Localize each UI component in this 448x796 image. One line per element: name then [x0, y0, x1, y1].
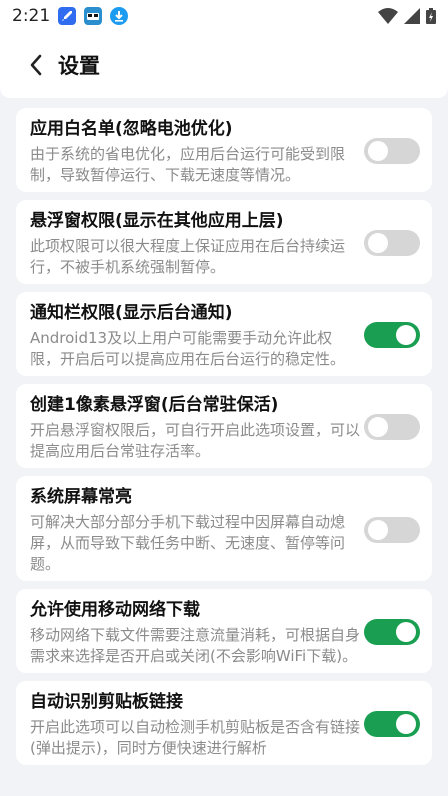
setting-description: 移动网络下载文件需要注意流量消耗，可根据自身需求来选择是否开启或关闭(不会影响W… [30, 626, 361, 665]
toggle-knob [368, 519, 388, 540]
toggle-knob [396, 714, 416, 734]
keep-screen-on-toggle[interactable] [364, 516, 420, 543]
toggle-knob [368, 233, 388, 253]
overlay-permission-toggle[interactable] [364, 230, 420, 256]
setting-mobile-data-download: 允许使用移动网络下载 移动网络下载文件需要注意流量消耗，可根据自身需求来选择是否… [16, 589, 432, 673]
setting-battery-whitelist: 应用白名单(忽略电池优化) 由于系统的省电优化，应用后台运行可能受到限制，导致暂… [16, 108, 432, 192]
app-header: 设置 [0, 32, 448, 98]
settings-list: 应用白名单(忽略电池优化) 由于系统的省电优化，应用后台运行可能受到限制，导致暂… [0, 98, 448, 765]
setting-description: 开启此选项可以自动检测手机剪贴板是否含有链接(弹出提示)，同时方便快速进行解析 [30, 718, 361, 757]
setting-keep-screen-on: 系统屏幕常亮 可解决大部分部分手机下载过程中因屏幕自动熄屏，从而导致下载任务中断… [16, 476, 432, 581]
setting-notification-permission: 通知栏权限(显示后台通知) Android13及以上用户可能需要手动允许此权限，… [16, 292, 432, 376]
status-bar: 2:21 [0, 0, 448, 32]
signal-icon [404, 8, 420, 24]
notification-permission-toggle[interactable] [364, 322, 420, 348]
setting-overlay-permission: 悬浮窗权限(显示在其他应用上层) 此项权限可以很大程度上保证应用在后台持续运行，… [16, 200, 432, 284]
setting-title: 通知栏权限(显示后台通知) [30, 303, 233, 323]
setting-title: 自动识别剪贴板链接 [30, 692, 183, 712]
setting-title: 系统屏幕常亮 [30, 487, 132, 507]
mobile-data-download-toggle[interactable] [364, 619, 420, 645]
setting-pixel-overlay: 创建1像素悬浮窗(后台常驻保活) 开启悬浮窗权限后，可自行开启此选项设置，可以提… [16, 384, 432, 468]
battery-icon [426, 8, 436, 24]
wifi-icon [378, 8, 398, 24]
setting-title: 应用白名单(忽略电池优化) [30, 119, 233, 139]
back-button[interactable] [22, 51, 50, 79]
status-right-icons [378, 8, 436, 24]
setting-description: 由于系统的省电优化，应用后台运行可能受到限制，导致暂停运行、下载无速度等情况。 [30, 145, 346, 184]
chevron-left-icon [30, 54, 42, 76]
pixel-overlay-toggle[interactable] [364, 414, 420, 440]
toggle-knob [368, 417, 388, 437]
setting-description: 此项权限可以很大程度上保证应用在后台持续运行，不被手机系统强制暂停。 [30, 237, 346, 276]
setting-title: 允许使用移动网络下载 [30, 600, 200, 620]
battery-whitelist-toggle[interactable] [364, 138, 420, 164]
clipboard-detection-toggle[interactable] [364, 711, 420, 737]
toggle-knob [368, 141, 388, 161]
status-time: 2:21 [12, 6, 51, 26]
setting-description: 可解决大部分部分手机下载过程中因屏幕自动熄屏，从而导致下载任务中断、无速度、暂停… [30, 513, 346, 573]
rocket-app-icon [58, 7, 77, 25]
toggle-knob [396, 622, 416, 642]
download-notification-icon [110, 7, 129, 25]
setting-title: 创建1像素悬浮窗(后台常驻保活) [30, 395, 279, 415]
toggle-knob [396, 325, 416, 345]
setting-clipboard-detection: 自动识别剪贴板链接 开启此选项可以自动检测手机剪贴板是否含有链接(弹出提示)，同… [16, 681, 432, 765]
setting-description: 开启悬浮窗权限后，可自行开启此选项设置，可以提高应用后台常驻存活率。 [30, 421, 361, 460]
page-title: 设置 [58, 54, 100, 78]
setting-title: 悬浮窗权限(显示在其他应用上层) [30, 211, 284, 231]
setting-description: Android13及以上用户可能需要手动允许此权限，开启后可以提高应用在后台运行… [30, 329, 346, 368]
mascot-app-icon [84, 7, 103, 25]
